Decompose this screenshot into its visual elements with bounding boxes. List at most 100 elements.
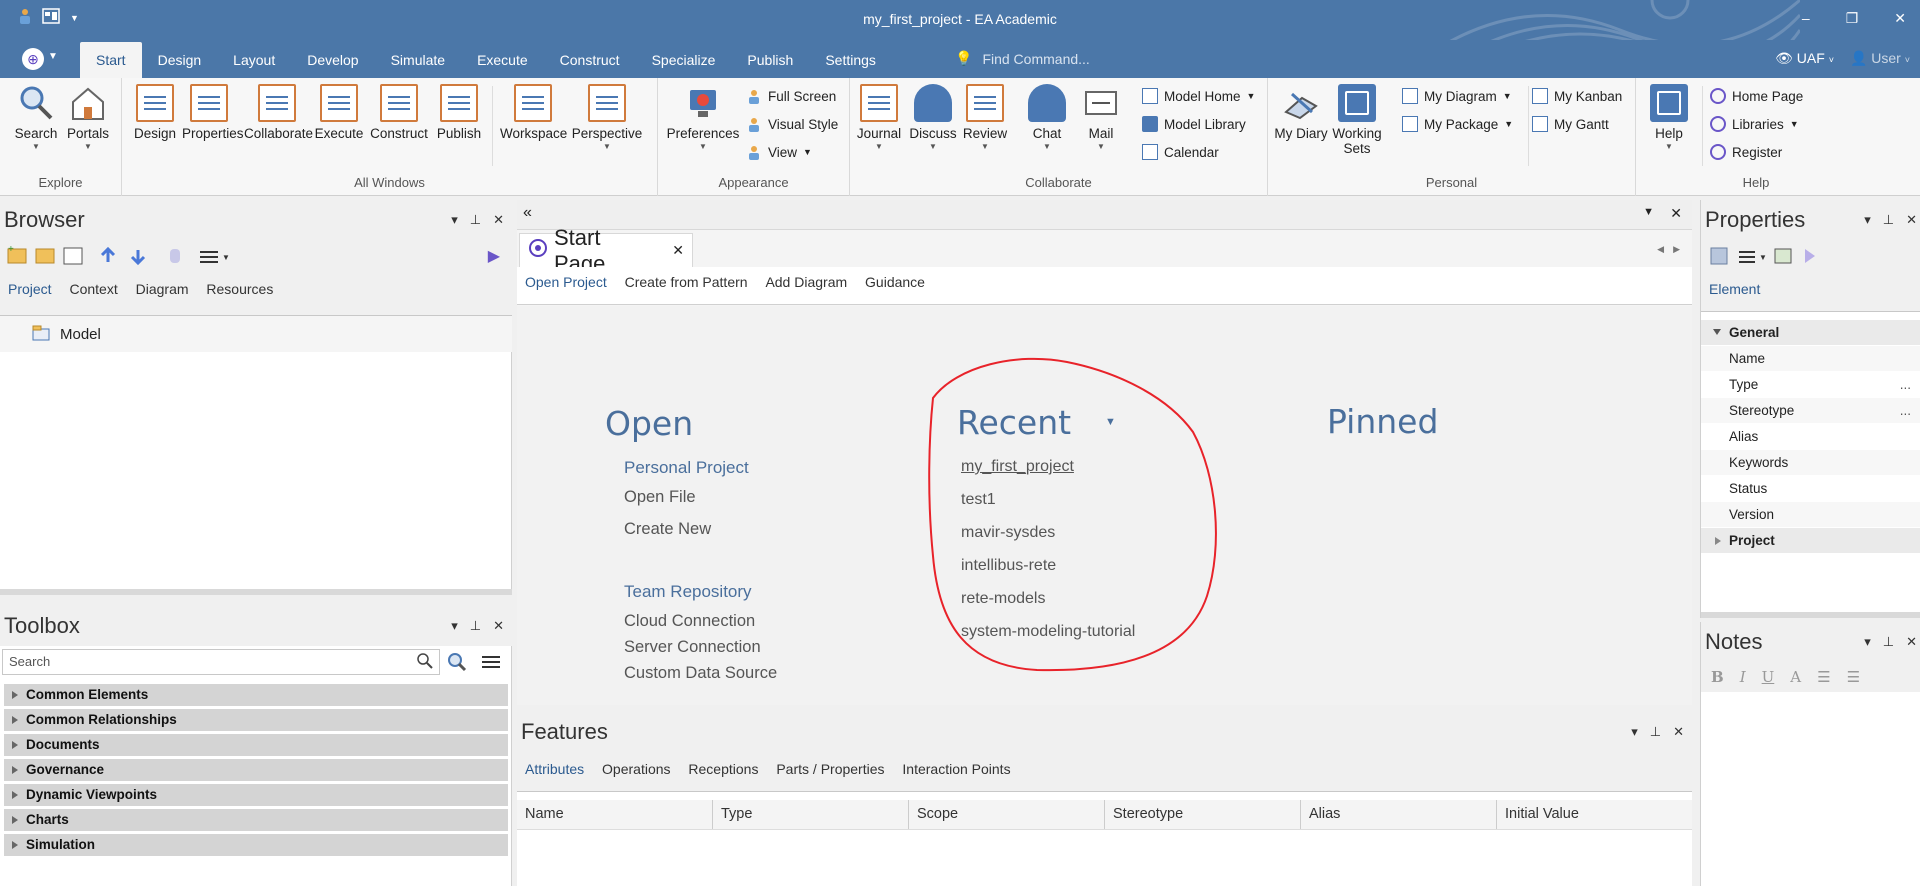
open-file-link[interactable]: Open File: [624, 488, 696, 507]
tab-publish[interactable]: Publish: [731, 40, 809, 78]
minimize-button[interactable]: –: [1802, 10, 1810, 27]
pin-icon[interactable]: ⊥: [470, 618, 481, 634]
chat-button[interactable]: Chat ▼: [1020, 84, 1074, 151]
move-up-icon[interactable]: [100, 246, 116, 262]
tab-context[interactable]: Context: [69, 272, 117, 306]
property-row[interactable]: Status: [1701, 476, 1920, 502]
property-group-general[interactable]: General: [1701, 320, 1920, 346]
search-button[interactable]: Search ▼: [9, 84, 63, 151]
team-repository-link[interactable]: Team Repository: [624, 582, 752, 602]
bold-button[interactable]: B: [1711, 668, 1724, 686]
libraries-button[interactable]: Libraries ▼: [1710, 116, 1799, 132]
property-group-project[interactable]: Project: [1701, 528, 1920, 554]
close-icon[interactable]: ✕: [493, 212, 504, 228]
column-header[interactable]: Scope: [909, 800, 1105, 829]
cloud-connection-link[interactable]: Cloud Connection: [624, 612, 755, 631]
working-sets-button[interactable]: Working Sets: [1326, 84, 1388, 156]
panel-menu-icon[interactable]: ▾: [1864, 634, 1871, 650]
app-logo-icon[interactable]: ⊕: [22, 48, 44, 70]
play-arrow-icon[interactable]: ▶: [488, 246, 500, 266]
property-row[interactable]: Stereotype...: [1701, 398, 1920, 424]
property-row[interactable]: Alias: [1701, 424, 1920, 450]
full-screen-button[interactable]: Full Screen: [746, 88, 836, 104]
column-header[interactable]: Alias: [1301, 800, 1497, 829]
toolbox-category[interactable]: Charts: [4, 809, 508, 831]
portals-button[interactable]: Portals ▼: [61, 84, 115, 151]
user-menu[interactable]: 👤 User ˅: [1850, 50, 1910, 67]
toolbox-category[interactable]: Governance: [4, 759, 508, 781]
close-button[interactable]: ✕: [1894, 10, 1906, 27]
menu-icon[interactable]: ▼: [1739, 251, 1767, 263]
close-icon[interactable]: ✕: [1906, 212, 1917, 228]
tab-settings[interactable]: Settings: [809, 40, 892, 78]
panel-menu-icon[interactable]: ▾: [1864, 212, 1871, 228]
column-header[interactable]: Type: [713, 800, 909, 829]
tab-design[interactable]: Design: [142, 40, 218, 78]
my-diagram-button[interactable]: My Diagram ▼: [1402, 88, 1512, 104]
perspective-button[interactable]: Perspective ▼: [570, 84, 644, 151]
panel-splitter[interactable]: [1701, 612, 1920, 618]
tab-attributes[interactable]: Attributes: [525, 752, 584, 786]
pin-icon[interactable]: ⊥: [1883, 212, 1894, 228]
close-tab-icon[interactable]: ✕: [672, 242, 684, 259]
execute-window-button[interactable]: Execute: [312, 84, 366, 141]
tab-layout[interactable]: Layout: [217, 40, 291, 78]
toolbox-category[interactable]: Simulation: [4, 834, 508, 856]
my-diary-button[interactable]: My Diary: [1274, 84, 1328, 141]
tab-project[interactable]: Project: [8, 272, 52, 306]
workspace-button[interactable]: Workspace: [500, 84, 567, 141]
perspective-selector[interactable]: 👁 UAF ˅: [1775, 50, 1834, 67]
app-menu-dropdown-icon[interactable]: ▼: [48, 51, 58, 62]
font-color-icon[interactable]: A: [1790, 668, 1801, 686]
close-icon[interactable]: ✕: [1906, 634, 1917, 650]
preferences-button[interactable]: Preferences ▼: [666, 84, 740, 151]
properties-view-icon[interactable]: [1774, 248, 1792, 264]
publish-window-button[interactable]: Publish: [432, 84, 486, 141]
documents-dropdown-icon[interactable]: ▼: [1643, 206, 1654, 218]
property-row[interactable]: Version: [1701, 502, 1920, 528]
numbered-list-icon[interactable]: ☰: [1847, 668, 1860, 686]
my-kanban-button[interactable]: My Kanban: [1532, 88, 1622, 104]
underline-button[interactable]: U: [1762, 668, 1775, 686]
create-from-pattern-link[interactable]: Create from Pattern: [625, 267, 748, 297]
add-diagram-link[interactable]: Add Diagram: [765, 267, 847, 297]
restore-button[interactable]: ❐: [1846, 10, 1859, 27]
find-command[interactable]: 💡 Find Command...: [955, 50, 1090, 67]
design-window-button[interactable]: Design: [128, 84, 182, 141]
tab-interaction-points[interactable]: Interaction Points: [902, 752, 1010, 786]
toolbox-category[interactable]: Documents: [4, 734, 508, 756]
create-new-link[interactable]: Create New: [624, 520, 711, 539]
tab-execute[interactable]: Execute: [461, 40, 544, 78]
ellipsis-button[interactable]: ...: [1900, 372, 1911, 398]
panel-menu-icon[interactable]: ▾: [451, 618, 458, 634]
tab-develop[interactable]: Develop: [291, 40, 374, 78]
construct-window-button[interactable]: Construct: [368, 84, 430, 141]
home-page-button[interactable]: Home Page: [1710, 88, 1803, 104]
folder-icon[interactable]: [35, 248, 55, 264]
column-header[interactable]: Initial Value: [1497, 800, 1692, 829]
collaborate-window-button[interactable]: Collaborate: [244, 84, 313, 141]
scroll-left-icon[interactable]: ◀: [1657, 244, 1664, 255]
panel-menu-icon[interactable]: ▾: [1631, 724, 1638, 740]
play-arrow-icon[interactable]: [1805, 249, 1815, 263]
visual-style-button[interactable]: Visual Style: [746, 116, 838, 132]
toolbox-category[interactable]: Common Relationships: [4, 709, 508, 731]
mail-button[interactable]: Mail ▼: [1074, 84, 1128, 151]
tab-construct[interactable]: Construct: [544, 40, 636, 78]
tab-parts-properties[interactable]: Parts / Properties: [776, 752, 884, 786]
tree-item-model[interactable]: Model: [0, 316, 512, 352]
custom-data-source-link[interactable]: Custom Data Source: [624, 664, 777, 683]
pin-icon[interactable]: ⊥: [470, 212, 481, 228]
calendar-button[interactable]: Calendar: [1142, 144, 1219, 160]
review-button[interactable]: Review ▼: [958, 84, 1012, 151]
my-gantt-button[interactable]: My Gantt: [1532, 116, 1609, 132]
tab-resources[interactable]: Resources: [206, 272, 273, 306]
find-command-input[interactable]: Find Command...: [982, 51, 1089, 67]
tab-start[interactable]: Start: [80, 42, 142, 80]
toolbox-category[interactable]: Common Elements: [4, 684, 508, 706]
tab-element[interactable]: Element: [1709, 272, 1760, 306]
close-icon[interactable]: ✕: [1670, 205, 1682, 222]
guidance-link[interactable]: Guidance: [865, 267, 925, 297]
property-row[interactable]: Keywords: [1701, 450, 1920, 476]
italic-button[interactable]: I: [1740, 668, 1746, 686]
